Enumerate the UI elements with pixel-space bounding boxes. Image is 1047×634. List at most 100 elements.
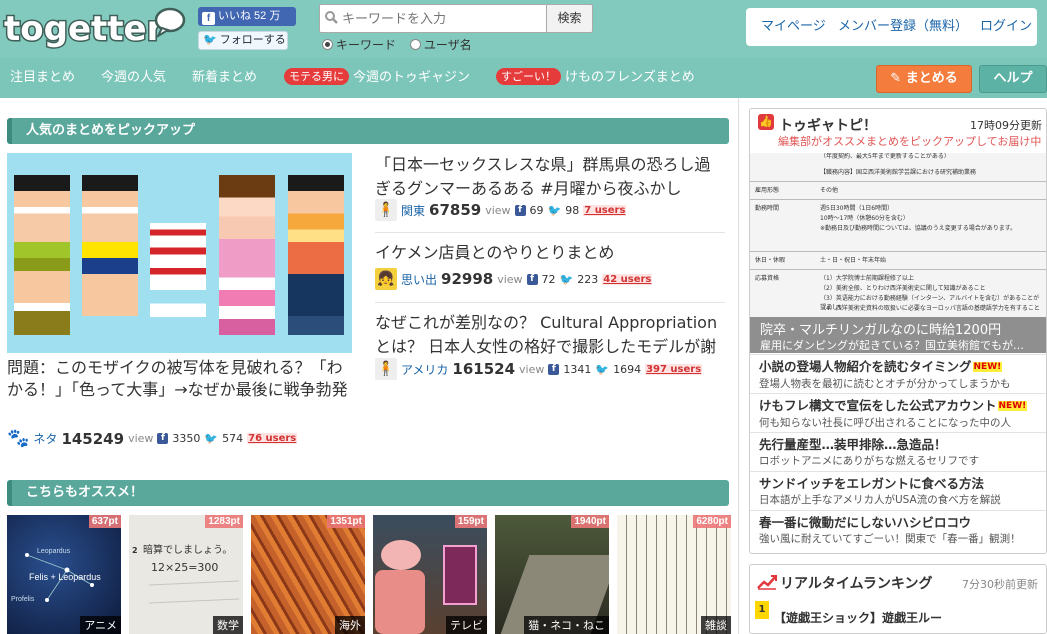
twitter-icon: 🐦 [559, 272, 574, 286]
thumbs-up-icon: 👍 [758, 114, 774, 130]
recommend-thumb-3[interactable]: 1351pt 海外 [251, 515, 365, 634]
recommend-thumb-2[interactable]: 2 暗算でしましょう。 12×25=300 1283pt 数学 [129, 515, 243, 634]
matome-button[interactable]: ✎ まとめる [876, 65, 972, 93]
togyatopi-item[interactable]: 春一番に微動だにしないハシビロコウ 強い風に耐えていてすごーい！関東で「春一番」… [750, 510, 1046, 549]
tw-count: 1694 [613, 362, 642, 376]
search-type-radios: キーワード ユーザ名 [322, 36, 482, 53]
ranking-item-title[interactable]: 【遊戯王ショック】遊戯王ルー [774, 609, 942, 626]
thumb-pig-figure [381, 540, 421, 570]
side-article-title-1[interactable]: 「日本一セックスレスな県」群馬県の恐ろし過ぎるグンマーあるある #月曜から夜ふか… [375, 153, 725, 201]
nav-item-togyazine[interactable]: モテる男に 今週のトゥギャジン [284, 58, 470, 98]
togetter-logo[interactable]: togetter [2, 4, 187, 50]
help-button[interactable]: ヘルプ [979, 65, 1047, 93]
togyatopi-time: 17時09分更新 [970, 119, 1042, 132]
radio-keyword[interactable] [322, 39, 333, 50]
twitter-icon: 🐦 [547, 203, 562, 217]
category-link[interactable]: ネタ [33, 430, 57, 447]
twitter-icon: 🐦 [204, 432, 219, 445]
nav-item-weekly-popular[interactable]: 今週の人気 [101, 58, 166, 98]
recommend-thumb-4[interactable]: 159pt テレビ [373, 515, 487, 634]
tw-count: 98 [565, 203, 580, 217]
recommend-thumb-5[interactable]: 1940pt 猫・ネコ・ねこ [495, 515, 609, 634]
svg-text:暗算でしましょう。: 暗算でしましょう。 [143, 543, 232, 556]
togyatopi-item-sub: 登場人物表を最初に読むとオチが分かってしまうかも [759, 378, 1011, 390]
togyatopi-header: 👍 トゥギャトピ！ 17時09分更新 編集部がオススメまとめをピックアップしてお… [750, 109, 1046, 153]
thumb-category[interactable]: 海外 [335, 616, 365, 634]
author-avatar[interactable]: 🧍 [375, 199, 397, 221]
pencil-icon: ✎ [890, 71, 902, 86]
togyatopi-item[interactable]: けもフレ構文で宣伝をした公式アカウント NEW! 何も知らない社長に呼び出されるこ… [750, 393, 1046, 432]
new-badge: NEW! [997, 401, 1028, 411]
togyatopi-item-sub: ロボットアニメにありがちな燃えるセリフです [759, 455, 979, 467]
svg-text:Profelis: Profelis [11, 596, 35, 603]
pickup-heading: 人気のまとめをピックアップ [7, 118, 729, 144]
togyatopi-sub: 編集部がオススメまとめをピックアップしてお届け中 [778, 135, 1042, 148]
facebook-like-button[interactable]: f いいね 52 万 [198, 7, 296, 26]
togyatopi-item-title: サンドイッチをエレガントに食べる方法 [759, 476, 985, 491]
thumb-category[interactable]: 雑談 [701, 616, 731, 634]
view-label: view [497, 272, 523, 286]
category-link[interactable]: 思い出 [401, 271, 437, 288]
togyatopi-item[interactable]: 先行量産型…装甲排除…急造品！ ロボットアニメにありがちな燃えるセリフです [750, 432, 1046, 471]
facebook-icon: f [548, 363, 560, 375]
thumb-neon-sign [443, 545, 477, 605]
thumb-points: 159pt [454, 515, 487, 528]
svg-text:Leopardus: Leopardus [37, 548, 71, 555]
view-count: 161524 [452, 360, 516, 378]
users-badge[interactable]: 42 users [602, 273, 653, 285]
nav-item-featured[interactable]: 注目まとめ [10, 58, 75, 98]
register-link[interactable]: メンバー登録（無料） [838, 8, 968, 46]
category-link[interactable]: アメリカ [401, 361, 448, 378]
togyatopi-item-title: 小説の登場人物紹介を読むタイミング [759, 359, 972, 374]
togyatopi-item-sub: 何も知らない社長に呼び出されることになった中の人 [759, 417, 1011, 429]
trending-chart-icon [757, 575, 777, 590]
nav-pill-sugoi: すごーい！ [496, 68, 561, 85]
togyatopi-item[interactable]: 小説の登場人物紹介を読むタイミング NEW! 登場人物表を最初に読むとオチが分かっ… [750, 354, 1046, 393]
togyatopi-caption-main: 院卒・マルチリンガルなのに時給1200円 [760, 323, 1002, 338]
pickup-main-image[interactable] [7, 153, 352, 353]
recommend-thumb-1[interactable]: Leopardus Felis + Leopardus Profelis 637… [7, 515, 121, 634]
login-link[interactable]: ログイン [980, 8, 1032, 46]
nav-item-kemono[interactable]: すごーい！ けものフレンズまとめ [496, 58, 695, 98]
thumb-category[interactable]: 猫・ネコ・ねこ [524, 616, 609, 634]
nav-item-new[interactable]: 新着まとめ [192, 58, 257, 98]
nav-item-togyazine-label: 今週のトゥギャジン [353, 70, 471, 85]
svg-text:Felis + Leopardus: Felis + Leopardus [29, 572, 101, 582]
realtime-ranking-box: リアルタイムランキング 7分30秒前更新 1 【遊戯王ショック】遊戯王ルー [749, 564, 1047, 634]
radio-keyword-label[interactable]: キーワード [336, 38, 396, 52]
users-badge[interactable]: 397 users [645, 363, 703, 375]
thumb-category[interactable]: テレビ [446, 616, 487, 634]
facebook-icon: f [526, 273, 538, 285]
thumb-category[interactable]: アニメ [80, 616, 121, 634]
author-avatar[interactable]: 👧 [375, 268, 397, 290]
view-count: 67859 [429, 201, 482, 219]
rank-number: 1 [755, 601, 769, 619]
togyatopi-title: トゥギャトピ！ [779, 118, 877, 134]
side-article-title-2[interactable]: イケメン店員とのやりとりまとめ [375, 241, 725, 265]
facebook-icon: f [514, 204, 526, 216]
users-badge[interactable]: 7 users [583, 204, 627, 216]
pickup-main-title[interactable]: 問題：このモザイクの被写体を見破れる？「わかる！」「色って大事」→なぜか最後に戦… [7, 357, 352, 401]
author-avatar[interactable]: 🧍 [375, 358, 397, 380]
togyatopi-item[interactable]: サンドイッチをエレガントに食べる方法 日本語が上手なアメリカ人がUSA流の食べ方… [750, 471, 1046, 510]
mypage-link[interactable]: マイページ [761, 8, 826, 46]
thumb-category[interactable]: 数学 [213, 616, 243, 634]
users-badge[interactable]: 76 users [247, 433, 298, 444]
togyatopi-caption[interactable]: 院卒・マルチリンガルなのに時給1200円 雇用にダンピングが起きている？国立美術… [750, 317, 1046, 353]
search-button[interactable]: 検索 [546, 4, 593, 33]
recommend-thumb-6[interactable]: 6280pt 雑談 [617, 515, 731, 634]
divider [375, 302, 725, 303]
togyatopi-image[interactable]: （年度契約、最大5年まで更新することがある） 【職務内容】国立西洋美術館学芸課に… [750, 153, 1046, 353]
togyatopi-item-title: 先行量産型…装甲排除…急造品！ [759, 437, 947, 452]
category-link[interactable]: 関東 [401, 202, 425, 219]
tw-count: 223 [577, 272, 599, 286]
tw-follow-label: フォローする [219, 34, 286, 46]
new-badge: NEW! [972, 362, 1003, 372]
radio-username[interactable] [409, 39, 421, 50]
divider [375, 232, 725, 233]
nav-pill-moteru: モテる男に [284, 68, 349, 85]
togyatopi-item-sub: 強い風に耐えていてすごーい！関東で「春一番」観測！ [759, 533, 1021, 545]
radio-username-label[interactable]: ユーザ名 [424, 38, 472, 52]
search-input[interactable] [342, 9, 542, 29]
twitter-follow-button[interactable]: 🐦 フォローする [198, 31, 288, 50]
